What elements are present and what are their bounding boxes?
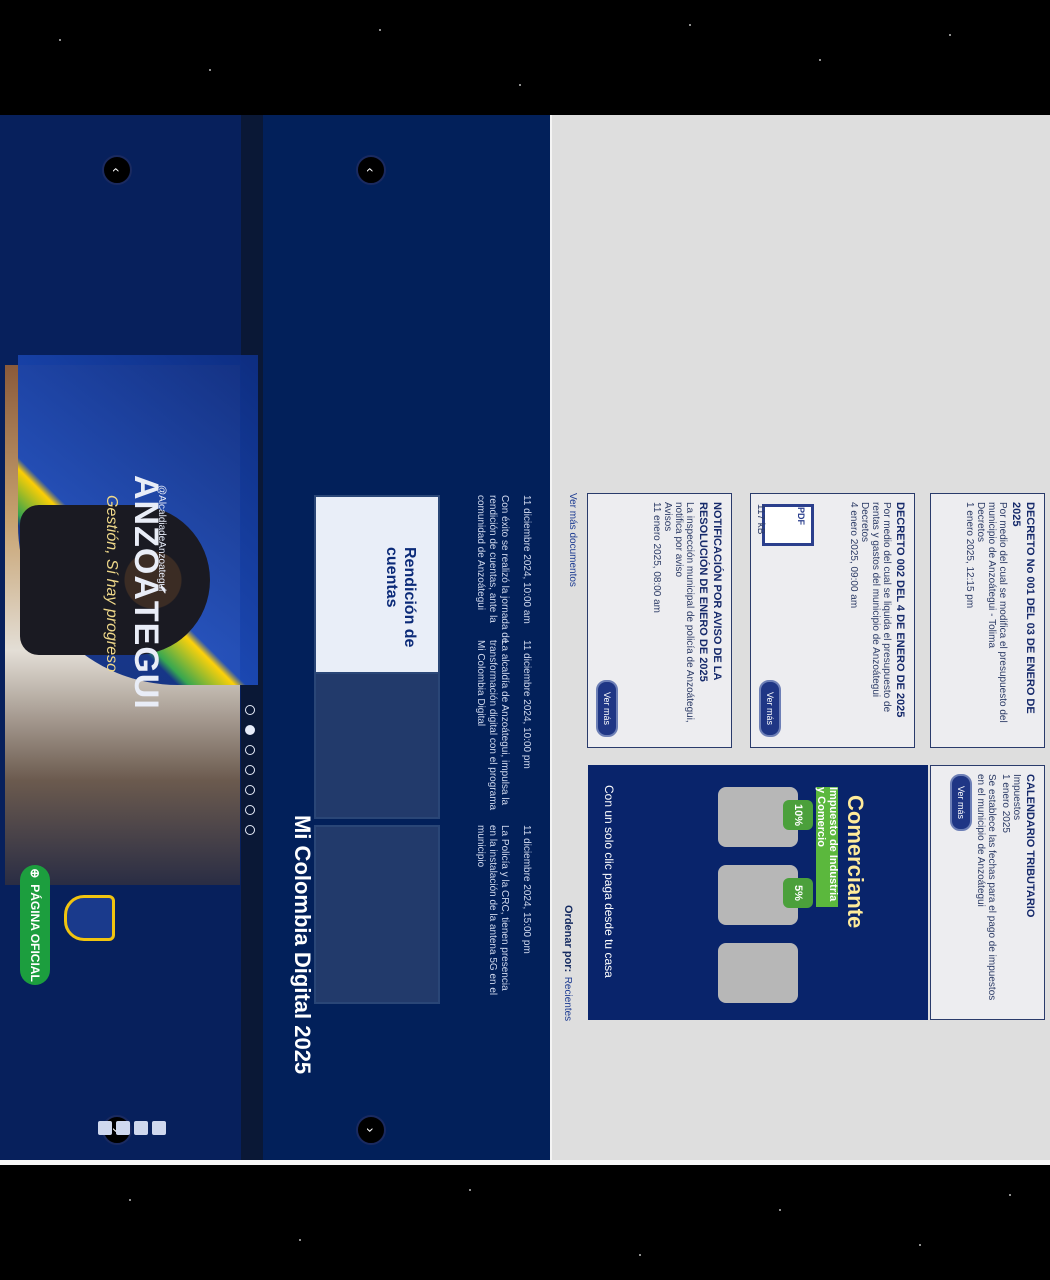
globe-icon: ⊕ — [28, 868, 42, 879]
news-caption: Con éxito se realizó la jornada de rendi… — [475, 495, 510, 644]
calendar-more-button[interactable]: Ver más — [950, 774, 973, 832]
accessibility-icon[interactable] — [98, 1121, 112, 1135]
page-canvas: CALENDARIO TRIBUTARIO Impuestos 1 enero … — [0, 115, 1050, 1165]
poster-discount-1: 10% — [783, 800, 813, 830]
poster-discount-2: 5% — [783, 878, 813, 908]
section-divider — [550, 115, 552, 1165]
poster-headline: Comerciante — [843, 795, 868, 929]
carousel-dot[interactable] — [245, 745, 255, 755]
document-desc: La inspección municipal de policía de An… — [673, 502, 696, 723]
document-more-button[interactable]: Ver más — [759, 679, 781, 737]
document-date: 1 enero 2025, 12:15 pm — [964, 502, 976, 609]
document-item-3[interactable]: NOTIFICACIÓN POR AVISO DE LA RESOLUCIÓN … — [587, 493, 732, 748]
poster-box-3 — [718, 943, 798, 1003]
carousel-dot[interactable] — [245, 825, 255, 835]
carousel-dots — [245, 705, 255, 835]
document-date: 11 enero 2025, 08:00 am — [651, 502, 663, 614]
sort-filter[interactable]: Ordenar por: Recientes — [560, 905, 578, 1021]
carousel-dot[interactable] — [245, 705, 255, 715]
document-desc: Por medio del cual se modifica el presup… — [986, 502, 1009, 723]
news-caption: La Policía y la CRC, tienen presencia en… — [475, 825, 510, 996]
rotated-webpage: CALENDARIO TRIBUTARIO Impuestos 1 enero … — [0, 115, 1050, 1165]
official-page-badge[interactable]: ⊕ PÁGINA OFICIAL — [20, 865, 50, 985]
news-card-3[interactable]: Rendición de cuentas — [314, 495, 440, 674]
contrast-icon[interactable] — [116, 1121, 130, 1135]
news-date: 11 diciembre 2024, 10:00 pm — [521, 640, 532, 769]
calendar-category: Impuestos — [1011, 774, 1023, 821]
sort-label: Ordenar por: — [562, 905, 574, 973]
news-next-button[interactable]: › — [356, 1115, 386, 1145]
document-category: Avisos — [662, 502, 674, 532]
social-handle: @AlcaldiadeAnzoategui — [156, 485, 167, 592]
calendar-date: 1 enero 2025 — [1000, 774, 1012, 833]
news-date: 11 diciembre 2024, 10:00 am — [521, 495, 532, 624]
municipality-shield-icon — [64, 895, 115, 941]
translate-icon[interactable] — [152, 1121, 166, 1135]
promo-news-title: Rendición de cuentas — [383, 547, 418, 648]
more-documents-link[interactable]: Ver más documentos — [567, 493, 578, 587]
document-category: Decretos — [859, 502, 871, 543]
calendar-title: CALENDARIO TRIBUTARIO — [1024, 774, 1036, 918]
poster-footer: Con un solo clic paga desde tu casa — [602, 785, 616, 978]
news-card-1[interactable] — [314, 825, 440, 1004]
poster-subhead: Impuesto de Industria y Comercio — [815, 787, 839, 907]
document-title: NOTIFICACIÓN POR AVISO DE LA RESOLUCIÓN … — [697, 502, 723, 682]
pdf-file-icon[interactable]: PDF — [762, 504, 814, 546]
pdf-label: PDF — [796, 507, 806, 525]
font-size-icon[interactable] — [134, 1121, 148, 1135]
section-title: Mi Colombia Digital 2025 — [290, 815, 315, 1075]
document-title: DECRETO No 001 DEL 03 DE ENERO DE 2025 — [1010, 502, 1036, 714]
tax-poster[interactable]: Comerciante Impuesto de Industria y Come… — [588, 765, 928, 1020]
document-desc: Por medio del cual se liquida el presupu… — [870, 502, 893, 713]
carousel-dot[interactable] — [245, 725, 255, 735]
calendar-desc: Se establece las fechas para el pago de … — [975, 774, 998, 1001]
file-size: 117 kB — [755, 504, 766, 535]
calendar-card[interactable]: CALENDARIO TRIBUTARIO Impuestos 1 enero … — [930, 765, 1045, 1020]
document-item-2[interactable]: DECRETO 002 DEL 4 DE ENERO DE 2025 Por m… — [750, 493, 915, 748]
carousel-dot[interactable] — [245, 765, 255, 775]
carousel-dot[interactable] — [245, 785, 255, 795]
document-title: DECRETO 002 DEL 4 DE ENERO DE 2025 — [894, 502, 906, 718]
carousel-dot[interactable] — [245, 805, 255, 815]
official-badge-label: PÁGINA OFICIAL — [28, 884, 42, 982]
news-prev-button[interactable]: ‹ — [356, 155, 386, 185]
news-date: 11 diciembre 2024, 15:00 pm — [521, 825, 532, 954]
hero-prev-button[interactable]: ‹ — [102, 155, 132, 185]
sort-value[interactable]: Recientes — [562, 977, 573, 1021]
document-date: 4 enero 2025, 09:00 am — [848, 502, 860, 609]
document-item-1[interactable]: DECRETO No 001 DEL 03 DE ENERO DE 2025 P… — [930, 493, 1045, 748]
document-category: Decretos — [975, 502, 987, 543]
hero-slogan: Gestión, Sí hay progreso — [103, 495, 120, 672]
document-more-button[interactable]: Ver más — [596, 679, 618, 737]
page-edge — [0, 1160, 1050, 1165]
